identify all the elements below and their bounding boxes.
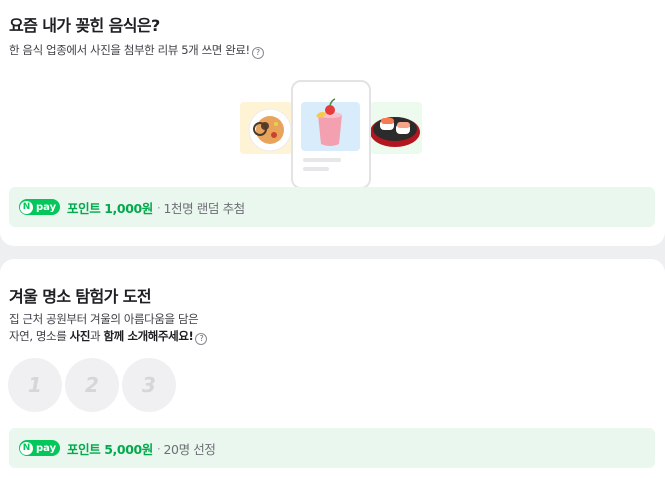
reward-condition: 1천명 랜덤 추첨 (163, 200, 245, 216)
mission-description: 집 근처 공원부터 겨울의 아름다움을 담은 자연, 명소를 사진과 함께 소개… (9, 311, 208, 345)
description-line-2: 자연, 명소를 사진과 함께 소개해주세요!? (9, 328, 208, 345)
step-circle-1: 1 (8, 358, 62, 412)
food-review-illustration (240, 80, 422, 188)
reward-amount: 포인트 1,000원 (67, 200, 153, 216)
step-progress: 1 2 3 (8, 358, 176, 412)
reward-banner: Npay 포인트 1,000원 · 1천명 랜덤 추첨 (9, 187, 655, 227)
mission-description-text: 한 음식 업종에서 사진을 첨부한 리뷰 5개 쓰면 완료! (9, 43, 250, 57)
mission-description: 한 음식 업종에서 사진을 첨부한 리뷰 5개 쓰면 완료!? (9, 42, 264, 59)
reward-condition: 20명 선정 (163, 441, 216, 457)
separator: · (156, 199, 161, 215)
reward-banner: Npay 포인트 5,000원 · 20명 선정 (9, 428, 655, 468)
question-circle-icon[interactable]: ? (251, 47, 264, 59)
mission-title: 겨울 명소 탐험가 도전 (9, 287, 152, 306)
description-line-1: 집 근처 공원부터 겨울의 아름다움을 담은 (9, 312, 199, 326)
separator: · (156, 440, 161, 456)
mission-title: 요즘 내가 꽂힌 음식은? (9, 16, 160, 35)
plate-food-icon (240, 102, 292, 154)
step-circle-2: 2 (65, 358, 119, 412)
question-circle-icon[interactable]: ? (195, 333, 208, 345)
phone-icon (291, 80, 371, 188)
npay-badge: Npay (19, 199, 60, 215)
mission-card-food[interactable]: 요즘 내가 꽂힌 음식은? 한 음식 업종에서 사진을 첨부한 리뷰 5개 쓰면… (0, 0, 665, 246)
sushi-plate-icon (370, 102, 422, 154)
step-circle-3: 3 (122, 358, 176, 412)
npay-badge: Npay (19, 440, 60, 456)
reward-amount: 포인트 5,000원 (67, 441, 153, 457)
